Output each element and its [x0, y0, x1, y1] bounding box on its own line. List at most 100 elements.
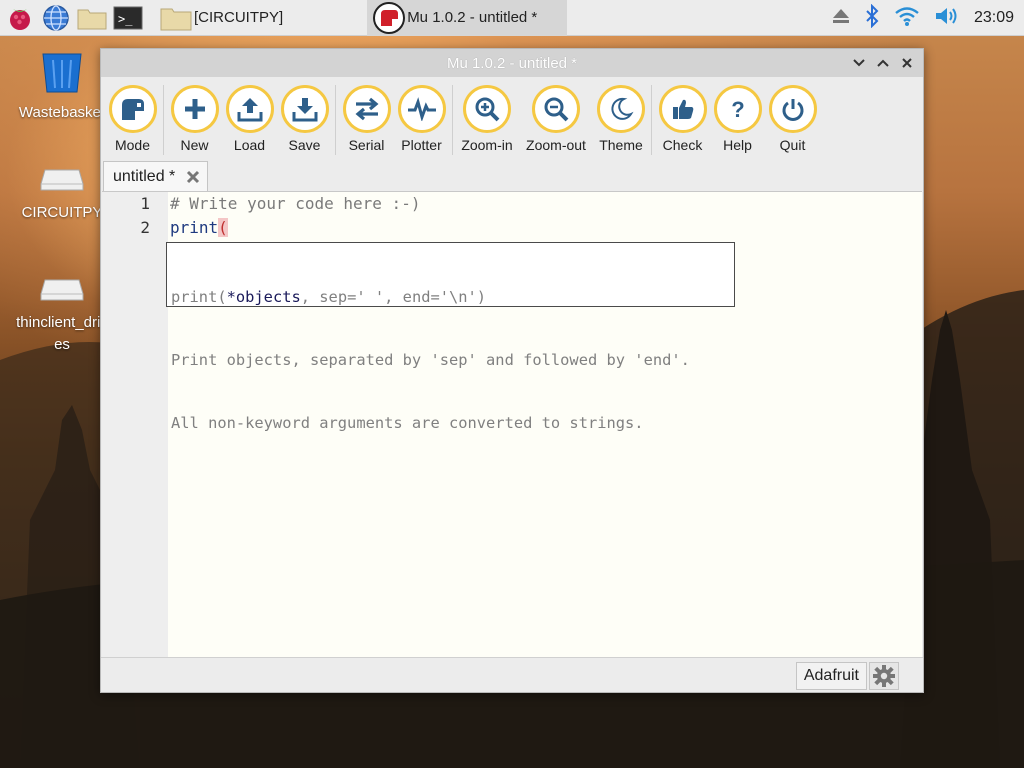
code-editor[interactable]: 1 2 # Write your code here :-) print( pr… [102, 191, 922, 658]
mu-icon [373, 1, 406, 34]
load-button[interactable]: Load [222, 85, 277, 153]
clock[interactable]: 23:09 [974, 9, 1014, 27]
desktop-icon-label: Wastebasket [18, 104, 106, 121]
download-icon [292, 98, 317, 122]
calltip-doc-line: Print objects, separated by 'sep' and fo… [171, 351, 690, 369]
calltip-signature: print(*objects, sep=' ', end='\n') [171, 287, 730, 308]
wifi-icon[interactable] [894, 5, 920, 32]
mode-indicator-button[interactable]: Adafruit [795, 662, 867, 690]
trash-icon [42, 53, 82, 93]
browser-icon[interactable] [40, 2, 72, 34]
maximize-button[interactable] [873, 53, 893, 73]
new-button[interactable]: New [167, 85, 222, 153]
settings-button[interactable] [869, 662, 899, 690]
tab-close-button[interactable] [185, 169, 201, 185]
tab-bar: untitled * [101, 159, 923, 191]
desktop-icon-label: CIRCUITPY [21, 204, 103, 221]
status-bar: Adafruit [101, 657, 923, 692]
task-label: [CIRCUITPY] [194, 9, 284, 26]
zoom-in-icon [475, 97, 500, 122]
load-label: Load [233, 137, 266, 153]
toolbar-divider [163, 85, 164, 155]
file-manager-icon[interactable] [76, 2, 108, 34]
theme-button[interactable]: Theme [594, 85, 648, 153]
eject-icon[interactable] [832, 8, 850, 29]
desktop-icon-circuitpy[interactable]: CIRCUITPY [16, 166, 108, 224]
pulse-icon [407, 97, 436, 121]
mode-label: Mode [114, 137, 151, 153]
calltip-sig-suffix: , sep=' ', end='\n') [300, 288, 487, 306]
save-button[interactable]: Save [277, 85, 332, 153]
minimize-button[interactable] [849, 53, 869, 73]
code-line-1[interactable]: # Write your code here :-) [170, 194, 420, 213]
drive-icon [40, 169, 84, 191]
toolbar-divider [335, 85, 336, 155]
help-label: Help [723, 137, 752, 153]
moon-icon [611, 97, 634, 120]
plotter-label: Plotter [401, 137, 442, 153]
code-function-name: print [170, 218, 219, 237]
taskbar: >_ [CIRCUITPY] Mu 1.0.2 - untitled * 23:… [0, 0, 1024, 36]
mu-editor-window: Mu 1.0.2 - untitled * Mode New Load Save… [100, 48, 924, 693]
svg-text:?: ? [731, 97, 744, 122]
calltip-sig-highlight: *objects [226, 288, 301, 306]
toolbar-divider [651, 85, 652, 155]
line-number-gutter: 1 2 [102, 192, 168, 658]
calltip-popup: print(*objects, sep=' ', end='\n') Print… [166, 242, 735, 432]
gear-icon [873, 665, 895, 687]
toolbar: Mode New Load Save Serial Plotter Zoom-i… [101, 77, 923, 159]
serial-label: Serial [348, 137, 385, 153]
mode-button[interactable]: Mode [105, 85, 160, 153]
plus-icon [184, 99, 205, 119]
volume-icon[interactable] [934, 5, 960, 32]
tab-label: untitled * [113, 167, 176, 185]
toolbar-divider [452, 85, 453, 155]
quit-label: Quit [779, 137, 806, 153]
new-label: New [180, 137, 209, 153]
task-circuitpy[interactable]: [CIRCUITPY] [154, 0, 289, 36]
calltip-sig-prefix: print( [171, 288, 227, 306]
theme-label: Theme [599, 137, 643, 153]
mode-icon [121, 99, 144, 120]
line-number: 2 [140, 218, 150, 237]
desktop-icon-thinclient-drives[interactable]: thinclient_drives [16, 276, 108, 356]
zoom-out-button[interactable]: Zoom-out [518, 85, 594, 153]
task-label: Mu 1.0.2 - untitled * [407, 9, 538, 26]
bluetooth-icon[interactable] [864, 3, 880, 33]
quit-button[interactable]: Quit [765, 85, 820, 153]
terminal-icon[interactable]: >_ [112, 2, 144, 34]
calltip-doc-line: All non-keyword arguments are converted … [171, 414, 644, 432]
svg-text:>_: >_ [118, 12, 133, 26]
save-label: Save [288, 137, 321, 153]
folder-icon [160, 8, 192, 30]
zoom-out-icon [544, 97, 569, 122]
code-open-paren: ( [218, 218, 228, 237]
desktop-icon-wastebasket[interactable]: Wastebasket [16, 50, 108, 124]
close-button[interactable] [897, 53, 917, 73]
task-mu-editor[interactable]: Mu 1.0.2 - untitled * [367, 0, 568, 36]
raspberry-menu-icon[interactable] [4, 2, 36, 34]
power-icon [782, 99, 803, 121]
desktop-icon-label: thinclient_drives [16, 314, 108, 353]
check-button[interactable]: Check [655, 85, 710, 153]
zoom-in-button[interactable]: Zoom-in [456, 85, 518, 153]
close-icon [187, 170, 200, 183]
code-line-2[interactable]: print( [170, 218, 228, 237]
thumbs-up-icon [672, 99, 693, 119]
serial-button[interactable]: Serial [339, 85, 394, 153]
help-button[interactable]: ? Help [710, 85, 765, 153]
line-number: 1 [140, 194, 150, 213]
zoom-out-label: Zoom-out [526, 137, 586, 153]
serial-arrows-icon [355, 97, 378, 121]
tab-untitled[interactable]: untitled * [103, 161, 209, 191]
upload-icon [237, 98, 262, 122]
plotter-button[interactable]: Plotter [394, 85, 449, 153]
check-label: Check [662, 137, 703, 153]
close-icon [902, 58, 912, 68]
window-titlebar[interactable]: Mu 1.0.2 - untitled * [101, 49, 923, 77]
question-icon: ? [731, 97, 744, 122]
window-title: Mu 1.0.2 - untitled * [446, 54, 578, 72]
chevron-down-icon [853, 59, 865, 67]
drive-icon [40, 279, 84, 301]
zoom-in-label: Zoom-in [461, 137, 513, 153]
